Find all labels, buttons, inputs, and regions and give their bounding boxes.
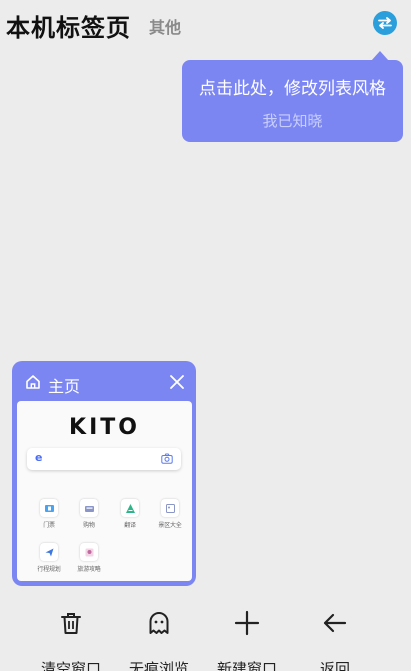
arrow-left-icon <box>323 613 347 633</box>
tab-local[interactable]: 本机标签页 <box>6 8 131 43</box>
tip-message: 点击此处，修改列表风格 <box>199 79 386 99</box>
plan-icon <box>40 543 58 561</box>
shortcut-item: 旅游攻略 <box>73 543 105 573</box>
search-engine-icon: e <box>35 451 43 464</box>
back-label: 返回 <box>319 660 350 671</box>
bottom-toolbar: 清空窗口 无痕浏览 新建窗口 返回 <box>0 610 411 671</box>
plus-icon <box>234 610 260 636</box>
tab-card[interactable]: 主页 KITO e 门票 购物 翻译 景区大全 行程规划 旅游攻略 <box>12 361 196 586</box>
trash-icon <box>61 613 81 634</box>
translate-icon <box>121 499 139 517</box>
clear-windows-label: 清空窗口 <box>40 660 101 671</box>
home-icon <box>26 375 40 389</box>
tab-other[interactable]: 其他 <box>149 14 181 38</box>
tab-preview: KITO e 门票 购物 翻译 景区大全 行程规划 旅游攻略 <box>17 401 192 581</box>
site-logo: KITO <box>69 415 140 440</box>
tip-ack-button[interactable]: 我已知晓 <box>182 110 403 131</box>
shortcut-item: 景区大全 <box>154 499 186 529</box>
close-icon[interactable] <box>170 375 184 389</box>
tab-title: 主页 <box>48 377 81 396</box>
guide-icon <box>80 543 98 561</box>
shortcut-item: 翻译 <box>114 499 146 529</box>
layout-tip-popup: 点击此处，修改列表风格 我已知晓 <box>182 51 403 142</box>
tab-card-header: 主页 <box>12 361 196 401</box>
shopping-icon <box>80 499 98 517</box>
preview-search-box: e <box>27 448 181 470</box>
new-window-label: 新建窗口 <box>216 660 277 671</box>
back-button[interactable]: 返回 <box>295 610 375 671</box>
incognito-button[interactable]: 无痕浏览 <box>119 610 199 671</box>
camera-icon <box>161 453 173 464</box>
new-window-button[interactable]: 新建窗口 <box>207 610 287 671</box>
swap-arrows-icon <box>378 17 392 29</box>
tabs-page: 本机标签页 其他 点击此处，修改列表风格 我已知晓 主页 KITO e 门票 购… <box>0 0 411 671</box>
switch-layout-button[interactable] <box>373 11 397 35</box>
shortcut-item: 购物 <box>73 499 105 529</box>
ticket-icon <box>40 499 58 517</box>
scenic-icon <box>161 499 179 517</box>
ghost-icon <box>149 612 169 634</box>
shortcut-item: 门票 <box>33 499 65 529</box>
incognito-label: 无痕浏览 <box>128 660 189 671</box>
shortcut-item: 行程规划 <box>33 543 65 573</box>
clear-windows-button[interactable]: 清空窗口 <box>31 610 111 671</box>
header: 本机标签页 其他 <box>0 0 411 48</box>
